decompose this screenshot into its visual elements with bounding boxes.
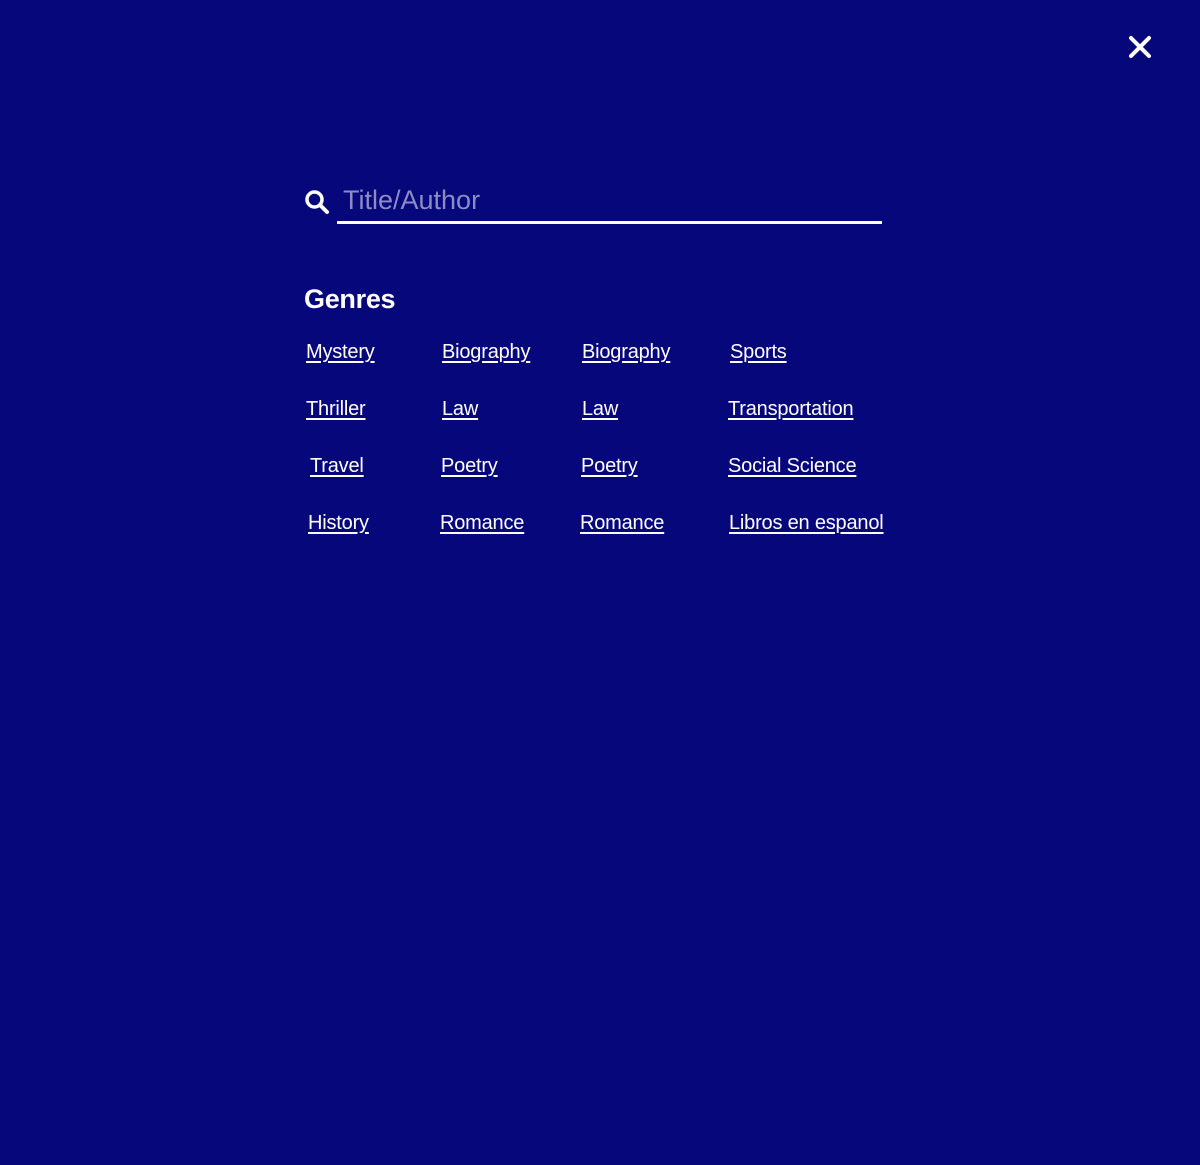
genre-link-romance[interactable]: Romance bbox=[440, 511, 524, 535]
genre-link-sports[interactable]: Sports bbox=[730, 340, 787, 364]
genre-link-social-science[interactable]: Social Science bbox=[728, 454, 857, 478]
genre-link-law[interactable]: Law bbox=[442, 397, 478, 421]
search-input[interactable] bbox=[337, 184, 882, 224]
search-icon bbox=[304, 189, 330, 215]
genre-link-law-2[interactable]: Law bbox=[582, 397, 618, 421]
search-bar bbox=[304, 184, 882, 232]
genre-link-history[interactable]: History bbox=[308, 511, 369, 535]
genre-link-biography-2[interactable]: Biography bbox=[582, 340, 670, 364]
genre-link-poetry[interactable]: Poetry bbox=[441, 454, 498, 478]
genre-link-travel[interactable]: Travel bbox=[310, 454, 364, 478]
genre-link-transportation[interactable]: Transportation bbox=[728, 397, 854, 421]
close-button[interactable] bbox=[1127, 34, 1153, 60]
genre-link-biography[interactable]: Biography bbox=[442, 340, 530, 364]
close-icon[interactable] bbox=[1127, 34, 1153, 60]
genre-link-poetry-2[interactable]: Poetry bbox=[581, 454, 638, 478]
genre-link-mystery[interactable]: Mystery bbox=[306, 340, 375, 364]
genres-heading: Genres bbox=[304, 284, 396, 314]
genre-link-thriller[interactable]: Thriller bbox=[306, 397, 366, 421]
genre-link-romance-2[interactable]: Romance bbox=[580, 511, 664, 535]
genre-link-libros-en-espanol[interactable]: Libros en espanol bbox=[729, 511, 884, 535]
